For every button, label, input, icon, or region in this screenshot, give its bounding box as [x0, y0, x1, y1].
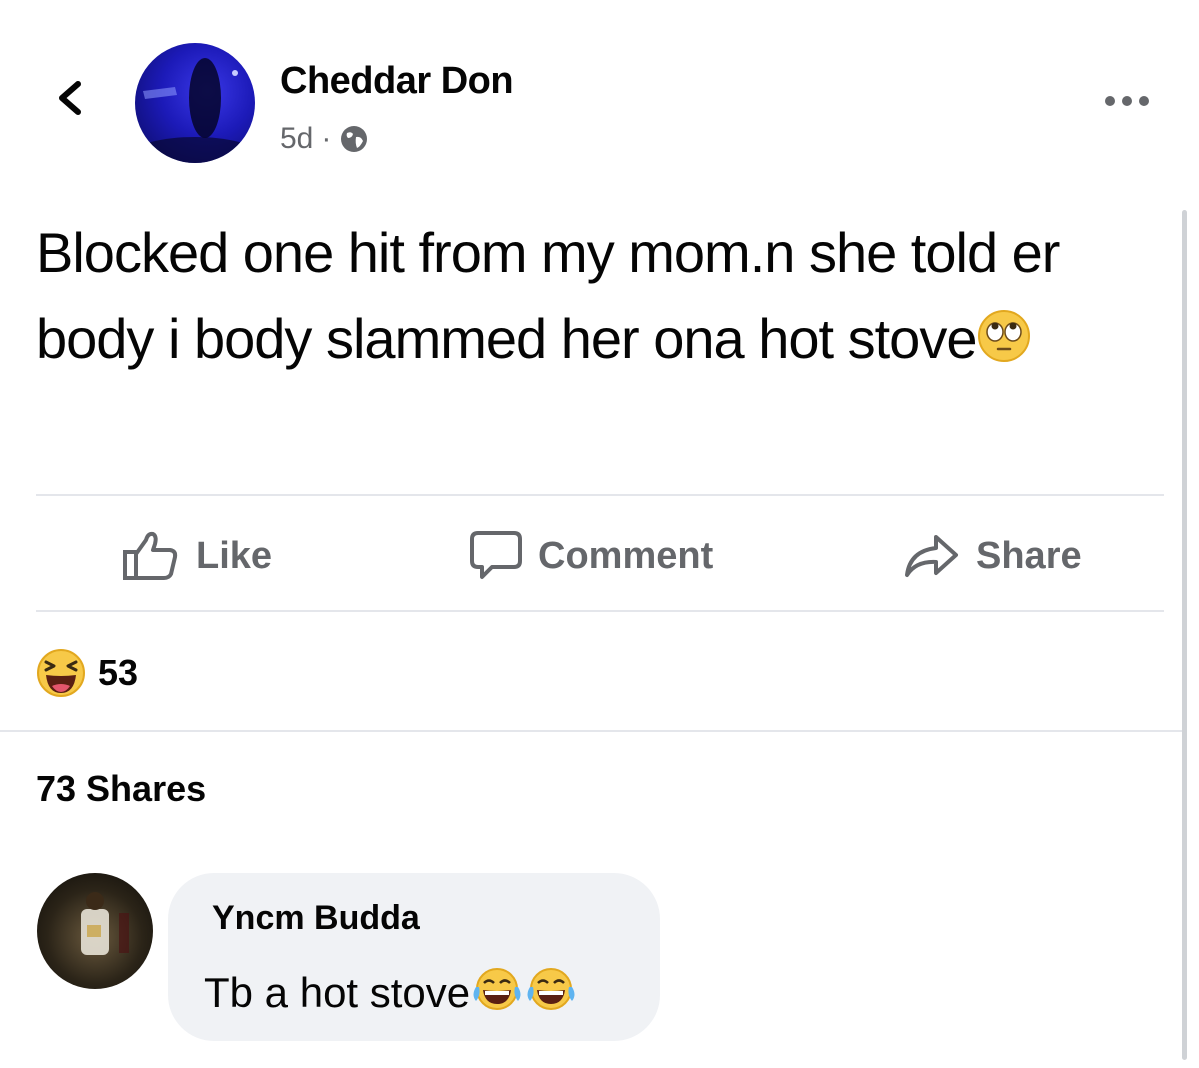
comment-label: Comment — [538, 534, 714, 577]
reactions-summary[interactable]: 53 — [36, 648, 138, 698]
laughing-face-icon — [37, 649, 85, 697]
back-button[interactable] — [50, 78, 90, 118]
post-time[interactable]: 5d — [280, 122, 313, 156]
divider-reactions — [0, 730, 1185, 732]
comment-icon — [470, 531, 522, 579]
avatar-photo — [135, 58, 255, 163]
comment-text: Tb a hot stove — [204, 965, 578, 1023]
commenter-photo — [81, 892, 129, 955]
like-button[interactable]: Like — [122, 528, 272, 584]
chevron-left-icon — [59, 81, 81, 115]
comment-bubble: Yncm Budda Tb a hot stove — [168, 873, 660, 1041]
share-icon — [905, 535, 958, 577]
more-icon — [1105, 96, 1149, 106]
post-body: Blocked one hit from my mom.n she told e… — [36, 221, 1060, 370]
tears-of-joy-emoji-icon — [524, 965, 578, 1023]
like-label: Like — [196, 534, 273, 577]
thumbs-up-icon — [123, 531, 178, 580]
rolling-eyes-emoji-icon — [976, 302, 1032, 388]
share-button[interactable]: Share — [902, 528, 1082, 584]
comment-author[interactable]: Yncm Budda — [212, 899, 420, 938]
scrollbar[interactable] — [1182, 210, 1187, 1060]
globe-icon — [341, 126, 368, 152]
divider-top — [36, 494, 1164, 496]
commenter-avatar[interactable] — [37, 873, 153, 989]
reaction-count: 53 — [98, 652, 139, 693]
tears-of-joy-emoji-icon — [470, 965, 524, 1023]
author-avatar[interactable] — [135, 43, 255, 163]
meta-separator: · — [321, 122, 332, 155]
more-options-button[interactable] — [1098, 86, 1158, 116]
comment-button[interactable]: Comment — [468, 528, 713, 584]
shares-count[interactable]: 73 Shares — [36, 768, 206, 810]
author-name[interactable]: Cheddar Don — [280, 60, 514, 103]
divider-actions — [36, 610, 1164, 612]
post-meta: 5d · — [280, 122, 369, 156]
post-text: Blocked one hit from my mom.n she told e… — [36, 210, 1146, 388]
comment-body: Tb a hot stove — [204, 969, 471, 1016]
share-label: Share — [976, 534, 1082, 577]
